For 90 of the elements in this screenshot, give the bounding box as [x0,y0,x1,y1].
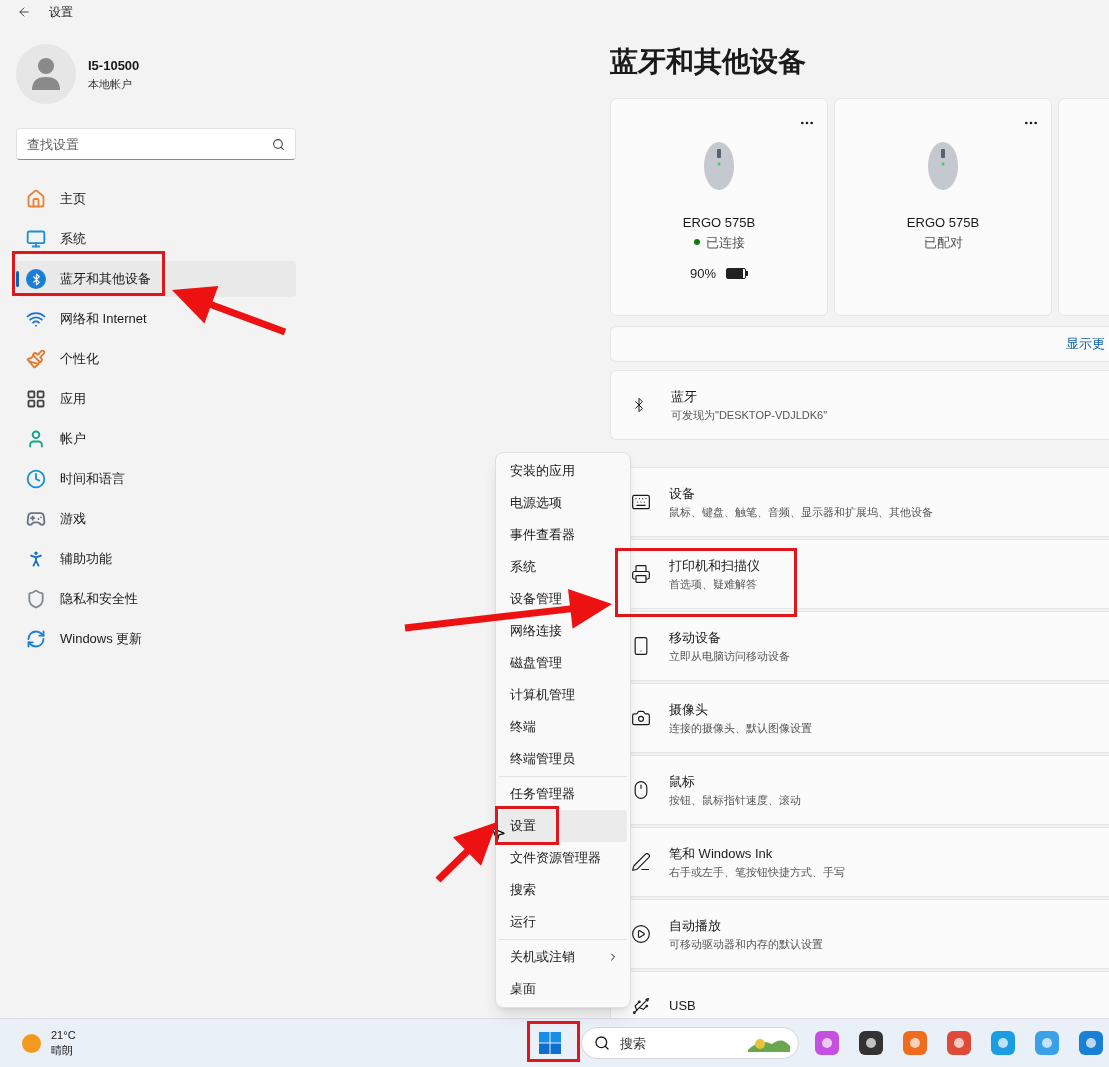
menu-item[interactable]: 磁盘管理 [499,655,564,671]
play-icon [631,924,651,944]
gamepad-icon [26,509,46,529]
row-subtitle: 立即从电脑访问移动设备 [669,648,790,664]
window-title: 设置 [49,4,73,21]
nav-item[interactable]: 主页 [16,181,296,217]
sun-icon [22,1033,41,1053]
nav-item[interactable]: 网络和 Internet [16,301,296,337]
row-subtitle: 首选项、疑难解答 [669,576,758,592]
battery-icon [726,268,748,280]
apps-icon [26,389,46,409]
weather-temperature: 21°C [51,1028,76,1043]
camera-icon [631,708,651,728]
usb-icon [631,996,651,1016]
row-title: USB [669,997,696,1016]
back-icon[interactable] [17,5,31,19]
nav-item[interactable]: 时间和语言 [16,461,296,497]
menu-item[interactable]: 计算机管理 [499,687,577,703]
device-status: 已配对 [923,233,963,252]
nav-item[interactable]: 隐私和安全性 [16,581,296,617]
menu-item[interactable]: 设备管理 [499,591,564,607]
page-title: 蓝牙和其他设备 [610,45,807,79]
nav-item[interactable]: 个性化 [16,341,296,377]
shield-icon [26,589,46,609]
nav-item[interactable]: Windows 更新 [16,621,296,657]
device-name: ERGO 575B [906,214,980,232]
category-row[interactable]: USB [610,971,1109,1018]
device-card[interactable]: ERGO 575B 已配对 [834,98,1052,316]
nav-item[interactable]: 游戏 [16,501,296,537]
nav-item[interactable]: 辅助功能 [16,541,296,577]
menu-item[interactable]: 电源选项 [499,495,564,511]
clock-icon [26,469,46,489]
menu-item[interactable]: 事件查看器 [499,527,577,543]
battery-reading: 90% [690,265,716,283]
brush-icon [26,349,46,369]
menu-item[interactable]: 设置 [499,810,627,842]
menu-item[interactable]: 安装的应用 [499,463,577,479]
menu-item[interactable]: 文件资源管理器 [499,850,603,866]
home-icon [26,189,46,209]
row-subtitle: 可移动驱动器和内存的默认设置 [669,936,823,952]
search-icon[interactable] [272,137,285,151]
device-name: ERGO 575B [682,214,756,232]
row-subtitle: 连接的摄像头、默认图像设置 [669,720,812,736]
row-title: 鼠标 [669,773,696,791]
app-icon[interactable] [859,1031,883,1055]
annotation-arrow [435,822,497,883]
row-subtitle: 按钮、鼠标指针速度、滚动 [669,792,801,808]
person-icon [26,429,46,449]
bluetooth-row[interactable]: 蓝牙 可发现为"DESKTOP-VDJLDK6" [610,370,1109,440]
keyboard-icon [631,492,651,512]
taskbar-search-field[interactable]: 搜索 [620,1028,720,1058]
device-status: 已连接 [705,233,745,252]
menu-item[interactable]: 任务管理器 [499,786,577,802]
update-icon [26,629,46,649]
search-icon [594,1035,610,1051]
device-card[interactable]: ERGO 575B 已连接 90% [610,98,828,316]
account-type: 本地帐户 [88,76,133,92]
row-title: 打印机和扫描仪 [669,557,760,575]
row-title: 摄像头 [669,701,709,719]
row-title: 移动设备 [669,629,722,647]
row-subtitle: 鼠标、键盘、触笔、音频、显示器和扩展坞、其他设备 [669,504,933,520]
nav-item[interactable]: 帐户 [16,421,296,457]
menu-item[interactable]: 搜索 [499,882,538,898]
row-title: 蓝牙 [671,388,698,406]
menu-item[interactable]: 终端 [499,719,538,735]
mouse-drawing [927,141,959,191]
wifi-icon [26,309,46,329]
menu-item[interactable]: 终端管理员 [499,751,577,767]
highlight-frame [495,806,559,845]
row-title: 设备 [669,485,696,503]
account-name: I5-10500 [88,57,140,75]
row-subtitle: 可发现为"DESKTOP-VDJLDK6" [671,407,828,423]
menu-item[interactable]: 桌面 [499,981,538,997]
mouse-drawing [703,141,735,191]
taskbar-search[interactable]: 搜索 [581,1027,799,1059]
monitor-icon [26,229,46,249]
printer-icon [631,564,651,584]
weather-condition: 晴朗 [51,1043,74,1058]
highlight-frame [527,1021,580,1062]
row-title: 自动播放 [669,917,722,935]
nav-item[interactable]: 应用 [16,381,296,417]
row-subtitle: 右手或左手、笔按钮快捷方式、手写 [669,864,845,880]
menu-item[interactable]: 运行 [499,914,538,930]
row-title: 笔和 Windows Ink [669,845,774,863]
bluetooth-icon [26,269,46,289]
nav-item[interactable]: 系统 [16,221,296,257]
show-more-link[interactable]: 显示更 [1066,334,1106,354]
menu-item[interactable]: 系统 [499,559,538,575]
pen-icon [631,852,651,872]
menu-item[interactable]: 网络连接 [499,623,564,639]
